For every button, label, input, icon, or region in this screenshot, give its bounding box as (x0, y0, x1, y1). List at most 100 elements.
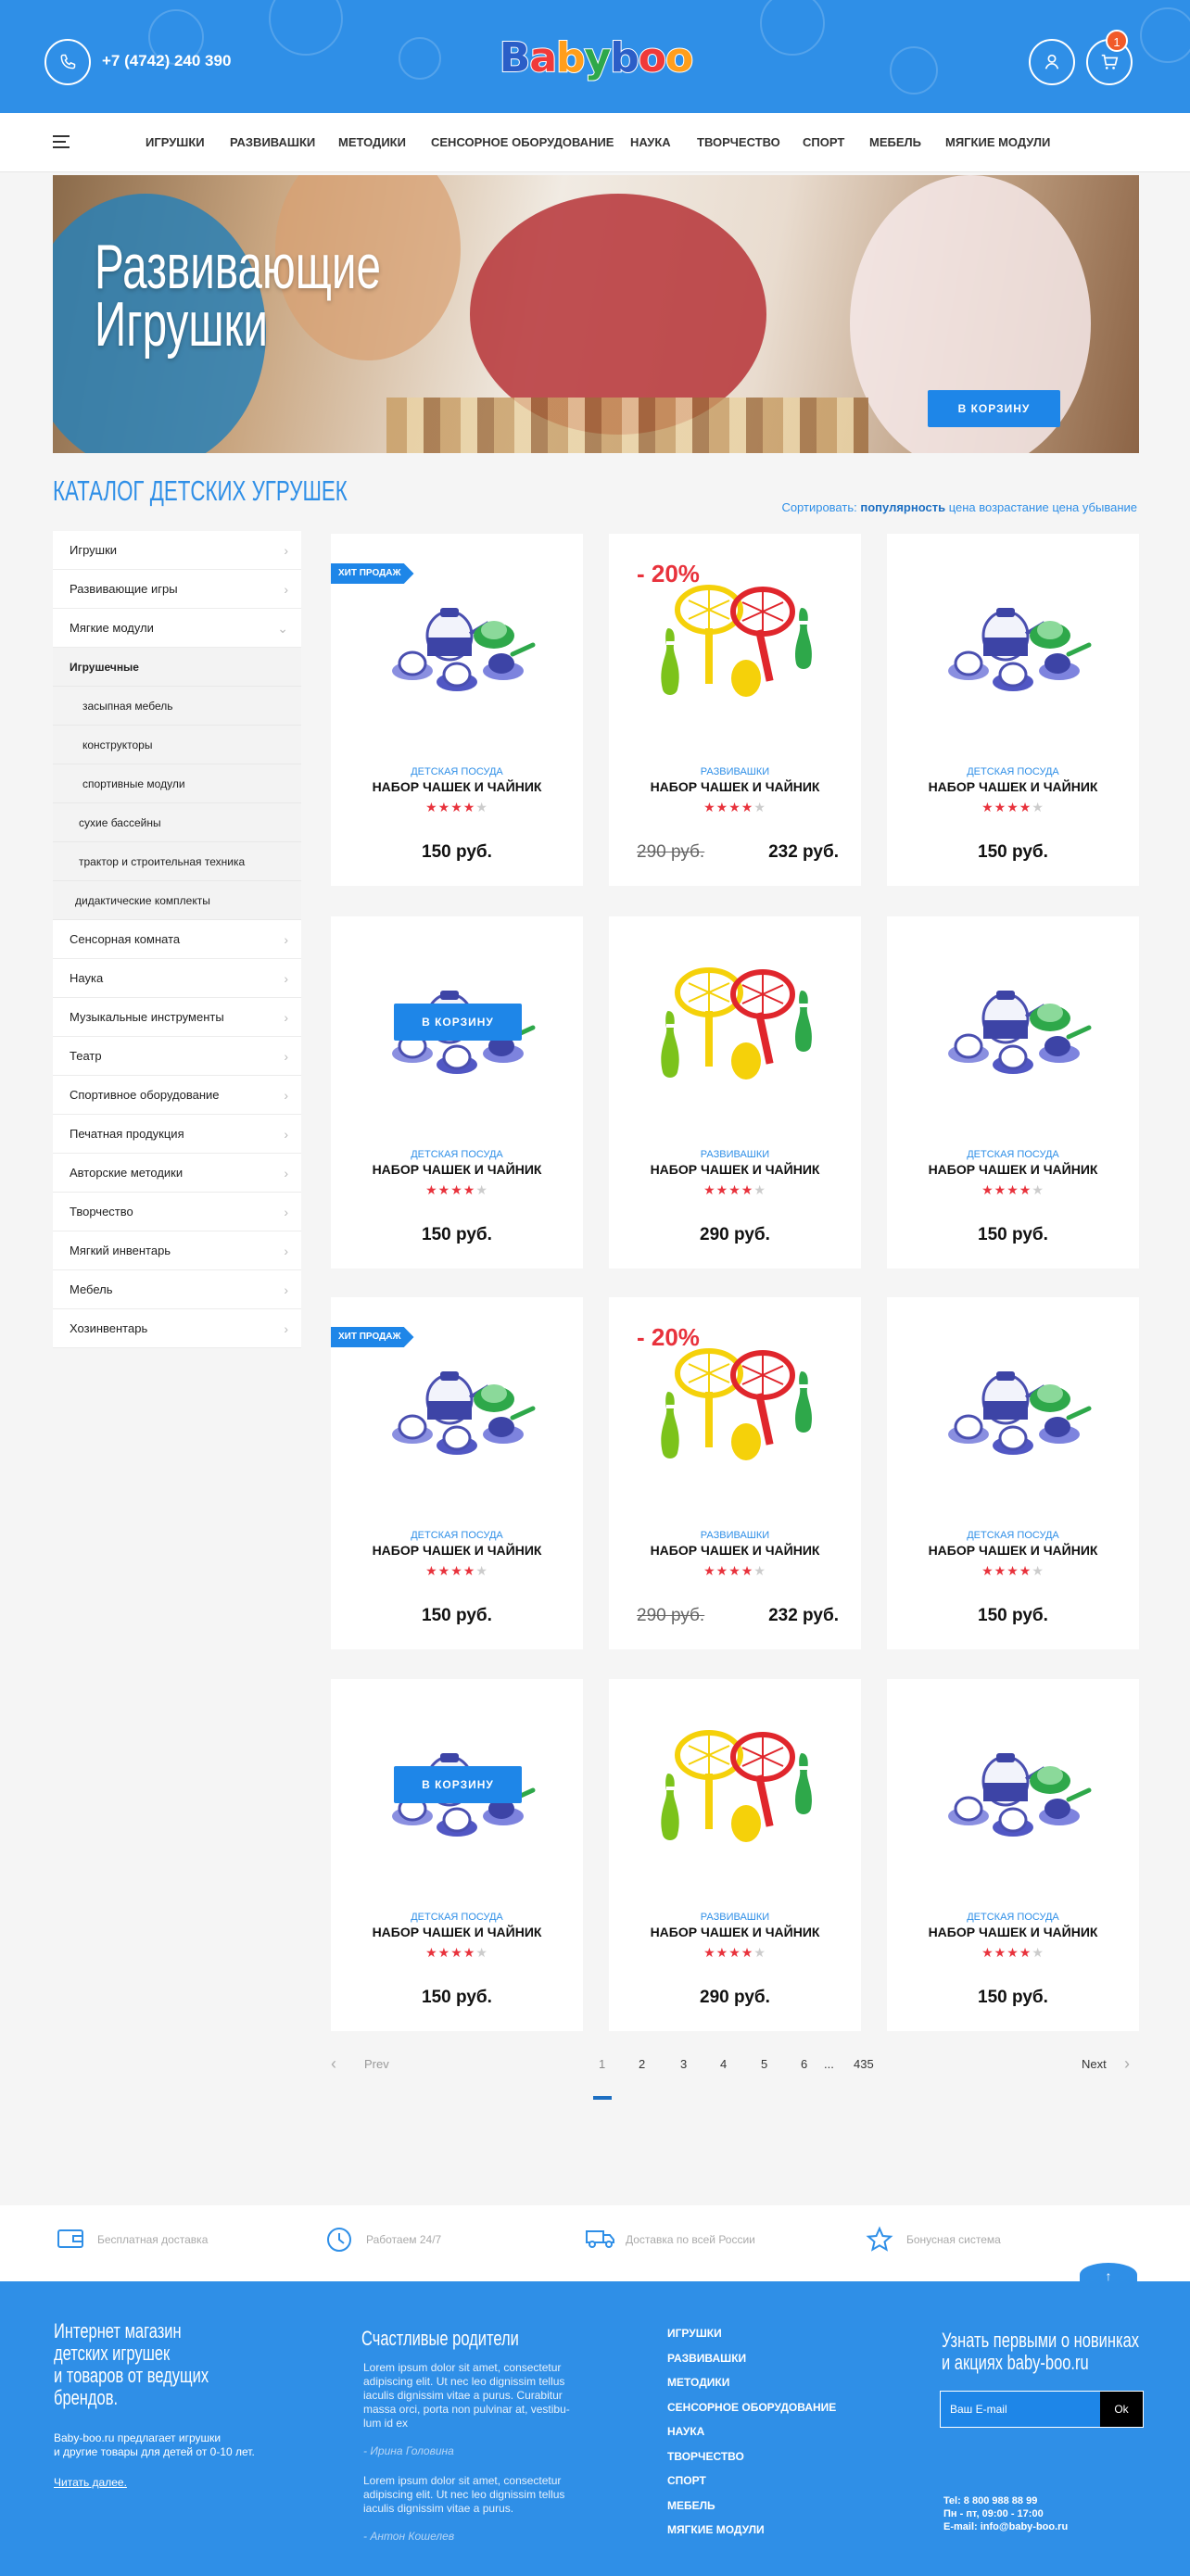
product-card[interactable]: ХИТ ПРОДАЖ ДЕТСКАЯ ПОСУДА НАБОР ЧАШЕК И ЧА… (331, 1297, 583, 1649)
phone-button[interactable] (44, 39, 91, 85)
product-category[interactable]: ДЕТСКАЯ ПОСУДА (331, 1530, 583, 1541)
add-to-cart-button[interactable]: В КОРЗИНУ (394, 1766, 522, 1803)
sidebar-subitem[interactable]: сухие бассейны (53, 803, 301, 842)
next-page-link[interactable]: Next (1082, 2057, 1107, 2071)
nav-item-sport[interactable]: СПОРТ (803, 113, 844, 172)
footer-link[interactable]: СПОРТ (667, 2474, 706, 2487)
page-435[interactable]: 435 (854, 2057, 874, 2071)
nav-item-development[interactable]: РАЗВИВАШКИ (230, 113, 315, 172)
sidebar-subitem[interactable]: конструкторы (53, 726, 301, 764)
product-card[interactable]: РАЗВИВАШКИ НАБОР ЧАШЕК И ЧАЙНИК ★★★★★ 290 р… (609, 1679, 861, 2031)
product-name[interactable]: НАБОР ЧАШЕК И ЧАЙНИК (331, 1162, 583, 1177)
sidebar-item[interactable]: Театр › (53, 1037, 301, 1076)
page-5[interactable]: 5 (761, 2057, 767, 2071)
nav-item-creativity[interactable]: ТВОРЧЕСТВО (697, 113, 780, 172)
footer-link[interactable]: МЕБЕЛЬ (667, 2499, 715, 2512)
sidebar-subitem[interactable]: засыпная мебель (53, 687, 301, 726)
product-name[interactable]: НАБОР ЧАШЕК И ЧАЙНИК (887, 779, 1139, 794)
menu-icon[interactable] (53, 135, 70, 148)
product-name[interactable]: НАБОР ЧАШЕК И ЧАЙНИК (609, 1925, 861, 1939)
product-name[interactable]: НАБОР ЧАШЕК И ЧАЙНИК (331, 1543, 583, 1558)
nav-item-sensory[interactable]: СЕНСОРНОЕ ОБОРУДОВАНИЕ (431, 113, 614, 172)
product-card[interactable]: ДЕТСКАЯ ПОСУДА НАБОР ЧАШЕК И ЧАЙНИК ★★★★★ 1… (887, 1679, 1139, 2031)
sidebar-item[interactable]: Мягкий инвентарь › (53, 1231, 301, 1270)
sidebar-item[interactable]: Наука › (53, 959, 301, 998)
email-input[interactable] (941, 2392, 1100, 2427)
nav-item-methods[interactable]: МЕТОДИКИ (338, 113, 406, 172)
product-category[interactable]: РАЗВИВАШКИ (609, 1149, 861, 1160)
product-card[interactable]: ДЕТСКАЯ ПОСУДА НАБОР ЧАШЕК И ЧАЙНИК ★★★★★ 1… (887, 1297, 1139, 1649)
product-name[interactable]: НАБОР ЧАШЕК И ЧАЙНИК (331, 779, 583, 794)
product-card[interactable]: - 20% РАЗВИВАШКИ НАБОР ЧАШЕК И ЧАЙНИК ★★★★★… (609, 534, 861, 886)
product-category[interactable]: ДЕТСКАЯ ПОСУДА (887, 1149, 1139, 1160)
product-card[interactable]: ДЕТСКАЯ ПОСУДА НАБОР ЧАШЕК И ЧАЙНИК ★★★★★ 1… (887, 534, 1139, 886)
product-category[interactable]: ДЕТСКАЯ ПОСУДА (331, 1149, 583, 1160)
product-card[interactable]: ХИТ ПРОДАЖ ДЕТСКАЯ ПОСУДА НАБОР ЧАШЕК И ЧА… (331, 534, 583, 886)
prev-chevron-icon[interactable]: ‹ (331, 2054, 336, 2074)
sidebar-item[interactable]: Игрушки › (53, 531, 301, 570)
sort-price-asc[interactable]: цена возрастание (949, 500, 1049, 514)
product-category[interactable]: ДЕТСКАЯ ПОСУДА (887, 766, 1139, 777)
site-logo[interactable]: Babyboo (480, 34, 712, 82)
page-1[interactable]: 1 (599, 2057, 605, 2071)
prev-page-link[interactable]: Prev (364, 2057, 389, 2071)
nav-item-soft-modules[interactable]: МЯГКИЕ МОДУЛИ (945, 113, 1050, 172)
product-card[interactable]: РАЗВИВАШКИ НАБОР ЧАШЕК И ЧАЙНИК ★★★★★ 290 р… (609, 916, 861, 1269)
product-name[interactable]: НАБОР ЧАШЕК И ЧАЙНИК (609, 1162, 861, 1177)
footer-link[interactable]: СЕНСОРНОЕ ОБОРУДОВАНИЕ (667, 2401, 836, 2414)
nav-item-science[interactable]: НАУКА (630, 113, 671, 172)
hero-add-to-cart-button[interactable]: В КОРЗИНУ (928, 390, 1060, 427)
phone-number[interactable]: +7 (4742) 240 390 (102, 52, 231, 70)
sidebar-item[interactable]: Мягкие модули ⌄ (53, 609, 301, 648)
product-category[interactable]: ДЕТСКАЯ ПОСУДА (887, 1530, 1139, 1541)
product-category[interactable]: РАЗВИВАШКИ (609, 1912, 861, 1923)
product-name[interactable]: НАБОР ЧАШЕК И ЧАЙНИК (609, 1543, 861, 1558)
sidebar-item[interactable]: Мебель › (53, 1270, 301, 1309)
footer-read-more-link[interactable]: Читать далее. (54, 2476, 127, 2490)
product-category[interactable]: ДЕТСКАЯ ПОСУДА (331, 766, 583, 777)
product-category[interactable]: ДЕТСКАЯ ПОСУДА (887, 1912, 1139, 1923)
product-category[interactable]: ДЕТСКАЯ ПОСУДА (331, 1912, 583, 1923)
footer-link[interactable]: МЯГКИЕ МОДУЛИ (667, 2523, 765, 2536)
page-6[interactable]: 6 (801, 2057, 807, 2071)
sidebar-item[interactable]: Сенсорная комната › (53, 920, 301, 959)
sidebar-subitem[interactable]: трактор и строительная техника (53, 842, 301, 881)
footer-link[interactable]: НАУКА (667, 2425, 704, 2438)
footer-link[interactable]: РАЗВИВАШКИ (667, 2352, 746, 2365)
product-name[interactable]: НАБОР ЧАШЕК И ЧАЙНИК (887, 1162, 1139, 1177)
product-name[interactable]: НАБОР ЧАШЕК И ЧАЙНИК (887, 1925, 1139, 1939)
sidebar-subitem[interactable]: дидактические комплекты (53, 881, 301, 920)
nav-item-toys[interactable]: ИГРУШКИ (146, 113, 205, 172)
page-3[interactable]: 3 (680, 2057, 687, 2071)
product-category[interactable]: РАЗВИВАШКИ (609, 766, 861, 777)
product-card[interactable]: ДЕТСКАЯ ПОСУДА НАБОР ЧАШЕК И ЧАЙНИК ★★★★★ 1… (887, 916, 1139, 1269)
product-card[interactable]: - 20% РАЗВИВАШКИ НАБОР ЧАШЕК И ЧАЙНИК ★★★★★… (609, 1297, 861, 1649)
scroll-top-button[interactable]: ↑ (1080, 2263, 1137, 2287)
sort-popularity[interactable]: популярность (860, 500, 945, 514)
next-chevron-icon[interactable]: › (1124, 2054, 1130, 2074)
footer-link[interactable]: МЕТОДИКИ (667, 2376, 729, 2389)
add-to-cart-button[interactable]: В КОРЗИНУ (394, 1004, 522, 1041)
sidebar-subheading[interactable]: Игрушечные (53, 648, 301, 687)
page-4[interactable]: 4 (720, 2057, 727, 2071)
product-name[interactable]: НАБОР ЧАШЕК И ЧАЙНИК (887, 1543, 1139, 1558)
footer-link[interactable]: ТВОРЧЕСТВО (667, 2450, 744, 2463)
nav-item-furniture[interactable]: МЕБЕЛЬ (869, 113, 921, 172)
sidebar-item[interactable]: Спортивное оборудование › (53, 1076, 301, 1115)
account-button[interactable] (1029, 39, 1075, 85)
sidebar-item[interactable]: Музыкальные инструменты › (53, 998, 301, 1037)
page-2[interactable]: 2 (639, 2057, 645, 2071)
sidebar-item[interactable]: Творчество › (53, 1193, 301, 1231)
product-card[interactable]: В КОРЗИНУ ДЕТСКАЯ ПОСУДА НАБОР ЧАШЕК И ЧАЙ… (331, 1679, 583, 2031)
product-card[interactable]: В КОРЗИНУ ДЕТСКАЯ ПОСУДА НАБОР ЧАШЕК И ЧАЙ… (331, 916, 583, 1269)
sidebar-item[interactable]: Авторские методики › (53, 1154, 301, 1193)
sidebar-item[interactable]: Развивающие игры › (53, 570, 301, 609)
product-name[interactable]: НАБОР ЧАШЕК И ЧАЙНИК (331, 1925, 583, 1939)
product-name[interactable]: НАБОР ЧАШЕК И ЧАЙНИК (609, 779, 861, 794)
sidebar-item[interactable]: Печатная продукция › (53, 1115, 301, 1154)
sidebar-item[interactable]: Хозинвентарь › (53, 1309, 301, 1348)
subscribe-button[interactable]: Ok (1100, 2392, 1143, 2427)
sort-price-desc[interactable]: цена убывание (1052, 500, 1137, 514)
sidebar-subitem[interactable]: спортивные модули (53, 764, 301, 803)
product-category[interactable]: РАЗВИВАШКИ (609, 1530, 861, 1541)
